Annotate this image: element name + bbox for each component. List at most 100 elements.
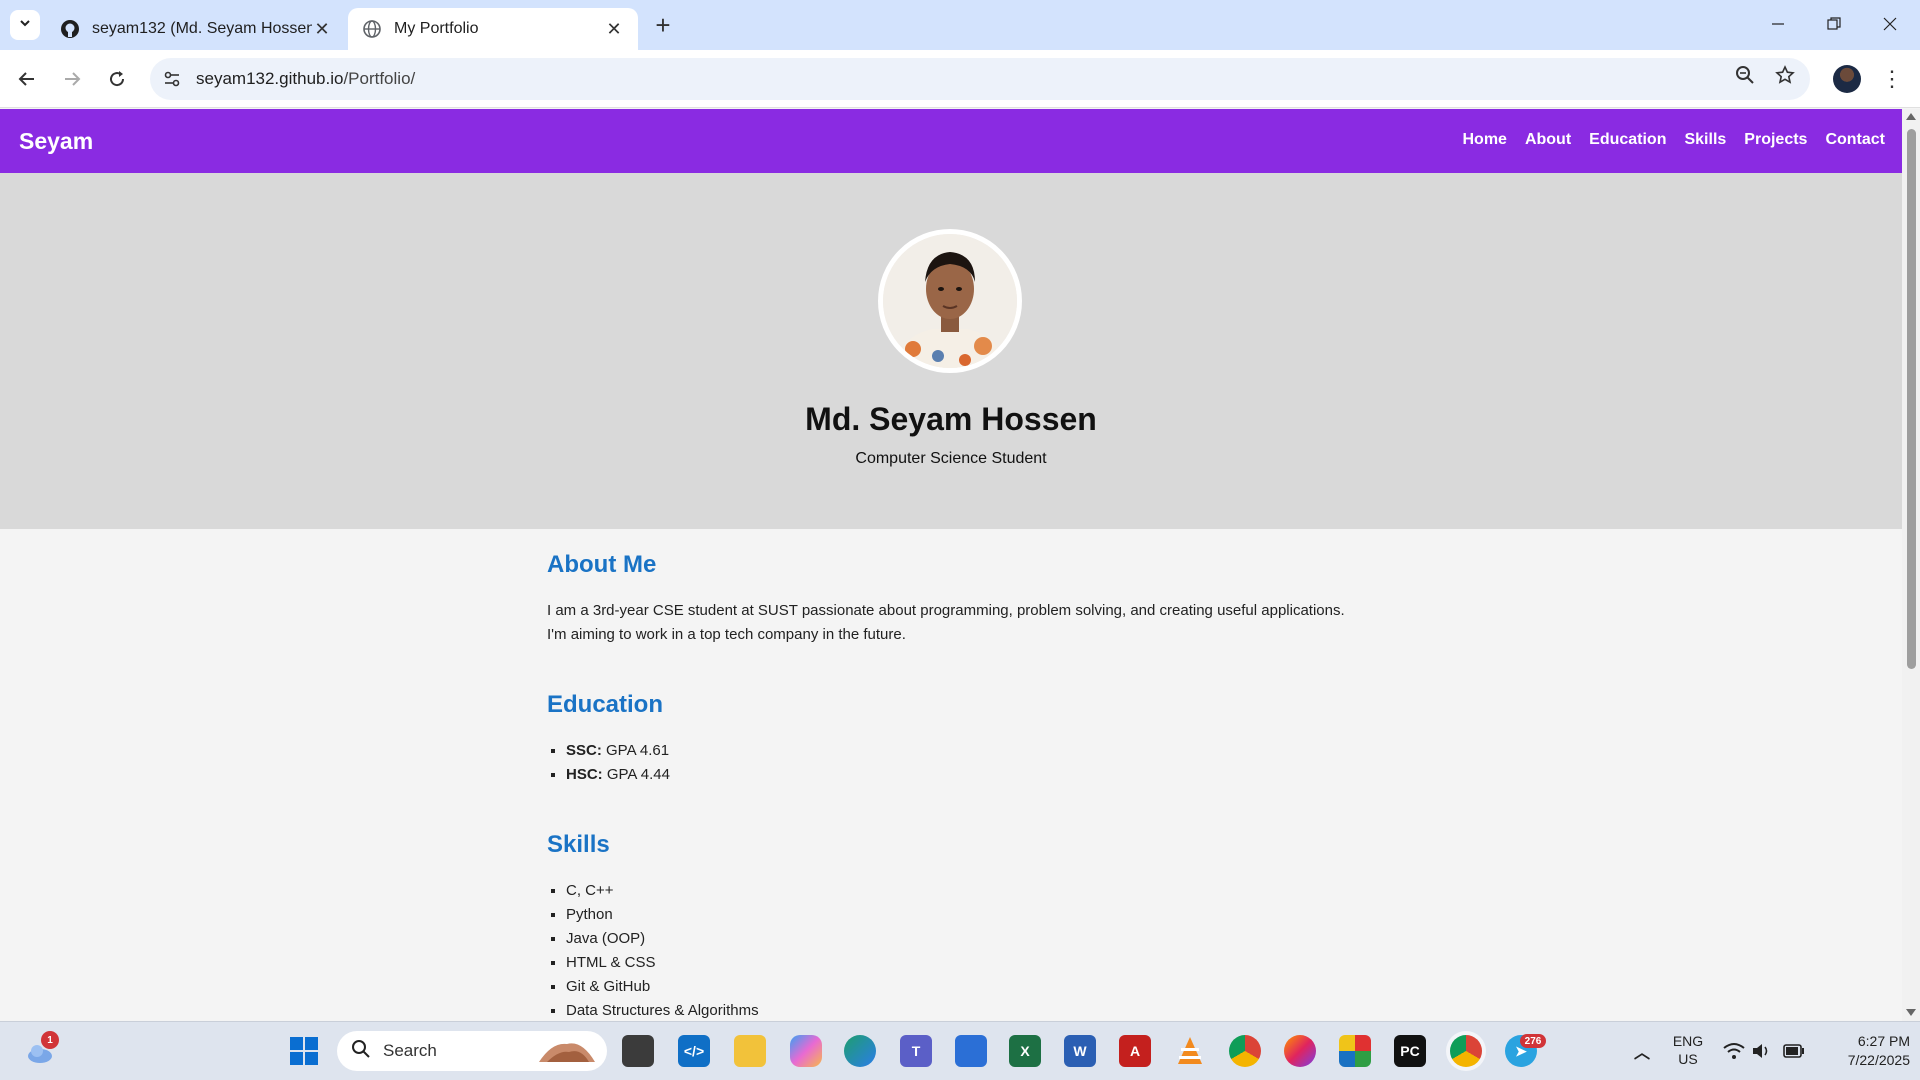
teams-icon[interactable]: T — [900, 1035, 932, 1067]
vscode-icon[interactable]: </> — [678, 1035, 710, 1067]
word-icon[interactable]: W — [1064, 1035, 1096, 1067]
list-item: HTML & CSS — [566, 951, 1367, 975]
windows-taskbar: 1 Search </> T X W A PC ➤ 276 ︿ ENG US 6… — [0, 1021, 1920, 1080]
winrar-icon[interactable] — [1339, 1035, 1371, 1067]
minimize-icon[interactable] — [1750, 0, 1806, 48]
about-heading: About Me — [547, 551, 657, 578]
skills-heading: Skills — [547, 831, 610, 858]
telegram-badge: 276 — [1520, 1034, 1546, 1048]
address-bar[interactable]: seyam132.github.io/Portfolio/ — [150, 58, 1810, 100]
hero-subtitle: Computer Science Student — [855, 450, 1047, 467]
url-text: seyam132.github.io/Portfolio/ — [196, 69, 415, 89]
page-scrollbar[interactable] — [1902, 109, 1920, 1021]
list-item: HSC: GPA 4.44 — [566, 763, 1367, 787]
hero-name: Md. Seyam Hossen — [805, 401, 1097, 437]
file-explorer-icon[interactable] — [734, 1035, 766, 1067]
tab-title: seyam132 (Md. Seyam Hossen) — [92, 20, 312, 37]
chrome-profile-icon[interactable] — [1450, 1035, 1482, 1067]
new-tab-button[interactable]: + — [648, 10, 678, 40]
github-icon — [60, 19, 80, 39]
scroll-down-icon[interactable] — [1906, 1009, 1916, 1016]
about-section: About Me I am a 3rd-year CSE student at … — [547, 551, 1367, 647]
store-icon[interactable] — [955, 1035, 987, 1067]
windows-start-icon[interactable] — [288, 1035, 320, 1067]
nav-projects[interactable]: Projects — [1744, 131, 1807, 149]
zoom-icon[interactable] — [1728, 58, 1762, 92]
list-item: Git & GitHub — [566, 975, 1367, 999]
browser-toolbar: seyam132.github.io/Portfolio/ — [0, 50, 1920, 108]
chevron-up-icon[interactable]: ︿ — [1626, 1035, 1658, 1067]
site-brand[interactable]: Seyam — [19, 128, 93, 155]
back-icon[interactable] — [12, 64, 42, 94]
profile-avatar[interactable] — [1833, 65, 1861, 93]
clock[interactable]: 6:27 PM 7/22/2025 — [1820, 1032, 1910, 1070]
task-view-icon[interactable] — [622, 1035, 654, 1067]
battery-icon[interactable] — [1778, 1035, 1810, 1067]
tab-github[interactable]: seyam132 (Md. Seyam Hossen) ✕ — [46, 8, 346, 50]
region-text: US — [1678, 1051, 1698, 1067]
url-path: /Portfolio/ — [343, 69, 416, 88]
lang-text: ENG — [1672, 1033, 1704, 1049]
education-value: GPA 4.44 — [606, 766, 670, 783]
tab-search-button[interactable] — [10, 10, 40, 40]
scroll-thumb[interactable] — [1907, 129, 1916, 669]
bookmark-star-icon[interactable] — [1768, 58, 1802, 92]
forward-icon[interactable] — [57, 64, 87, 94]
nav-about[interactable]: About — [1525, 131, 1571, 149]
nav-contact[interactable]: Contact — [1825, 131, 1885, 149]
main-content: About Me I am a 3rd-year CSE student at … — [547, 529, 1367, 1021]
pycharm-icon[interactable]: PC — [1394, 1035, 1426, 1067]
skills-list: C, C++ Python Java (OOP) HTML & CSS Git … — [547, 879, 1367, 1021]
browser-tab-bar: seyam132 (Md. Seyam Hossen) ✕ My Portfol… — [0, 0, 1920, 50]
copilot-icon[interactable] — [790, 1035, 822, 1067]
restore-icon[interactable] — [1806, 0, 1862, 48]
more-menu-icon[interactable]: ⋮ — [1880, 64, 1904, 94]
vlc-icon[interactable] — [1174, 1035, 1206, 1067]
education-value: GPA 4.61 — [606, 742, 670, 759]
volume-icon[interactable] — [1746, 1035, 1778, 1067]
tab-portfolio[interactable]: My Portfolio ✕ — [348, 8, 638, 50]
list-item: Java (OOP) — [566, 927, 1367, 951]
taskbar-search[interactable]: Search — [337, 1031, 607, 1071]
nav-education[interactable]: Education — [1589, 131, 1666, 149]
firefox-icon[interactable] — [1284, 1035, 1316, 1067]
chrome-icon[interactable] — [1229, 1035, 1261, 1067]
close-icon[interactable]: ✕ — [312, 19, 332, 39]
about-text-line1: I am a 3rd-year CSE student at SUST pass… — [547, 602, 1345, 619]
excel-icon[interactable]: X — [1009, 1035, 1041, 1067]
reload-icon[interactable] — [102, 64, 132, 94]
site-nav-links: Home About Education Skills Projects Con… — [1462, 131, 1885, 149]
page-viewport: Seyam Home About Education Skills Projec… — [0, 109, 1902, 1021]
education-list: SSC: GPA 4.61 HSC: GPA 4.44 — [547, 739, 1367, 787]
site-info-icon[interactable] — [162, 69, 182, 89]
weather-badge: 1 — [41, 1031, 59, 1049]
nav-skills[interactable]: Skills — [1684, 131, 1726, 149]
tab-title: My Portfolio — [394, 20, 479, 37]
close-window-icon[interactable] — [1862, 0, 1918, 48]
url-host: seyam132.github.io — [196, 69, 344, 88]
nav-home[interactable]: Home — [1462, 131, 1506, 149]
profile-photo — [878, 229, 1022, 373]
list-item: SSC: GPA 4.61 — [566, 739, 1367, 763]
list-item: Python — [566, 903, 1367, 927]
language-indicator[interactable]: ENG US — [1666, 1032, 1710, 1068]
education-label: HSC: — [566, 766, 603, 783]
list-item: Data Structures & Algorithms — [566, 999, 1367, 1021]
clock-date: 7/22/2025 — [1847, 1052, 1910, 1068]
chevron-down-icon — [18, 16, 32, 35]
education-heading: Education — [547, 691, 664, 718]
edge-icon[interactable] — [844, 1035, 876, 1067]
clock-time: 6:27 PM — [1857, 1033, 1910, 1049]
about-text-line2: I'm aiming to work in a top tech company… — [547, 626, 906, 643]
scroll-up-icon[interactable] — [1906, 113, 1916, 120]
globe-icon — [362, 19, 382, 39]
skills-section: Skills C, C++ Python Java (OOP) HTML & C… — [547, 831, 1367, 1021]
list-item: C, C++ — [566, 879, 1367, 903]
search-placeholder: Search — [383, 1041, 437, 1060]
close-icon[interactable]: ✕ — [604, 19, 624, 39]
site-navbar: Seyam Home About Education Skills Projec… — [0, 109, 1902, 173]
acrobat-icon[interactable]: A — [1119, 1035, 1151, 1067]
search-icon — [351, 1039, 371, 1064]
search-highlight-icon — [537, 1034, 597, 1069]
hero-section: Md. Seyam Hossen Computer Science Studen… — [0, 173, 1902, 529]
